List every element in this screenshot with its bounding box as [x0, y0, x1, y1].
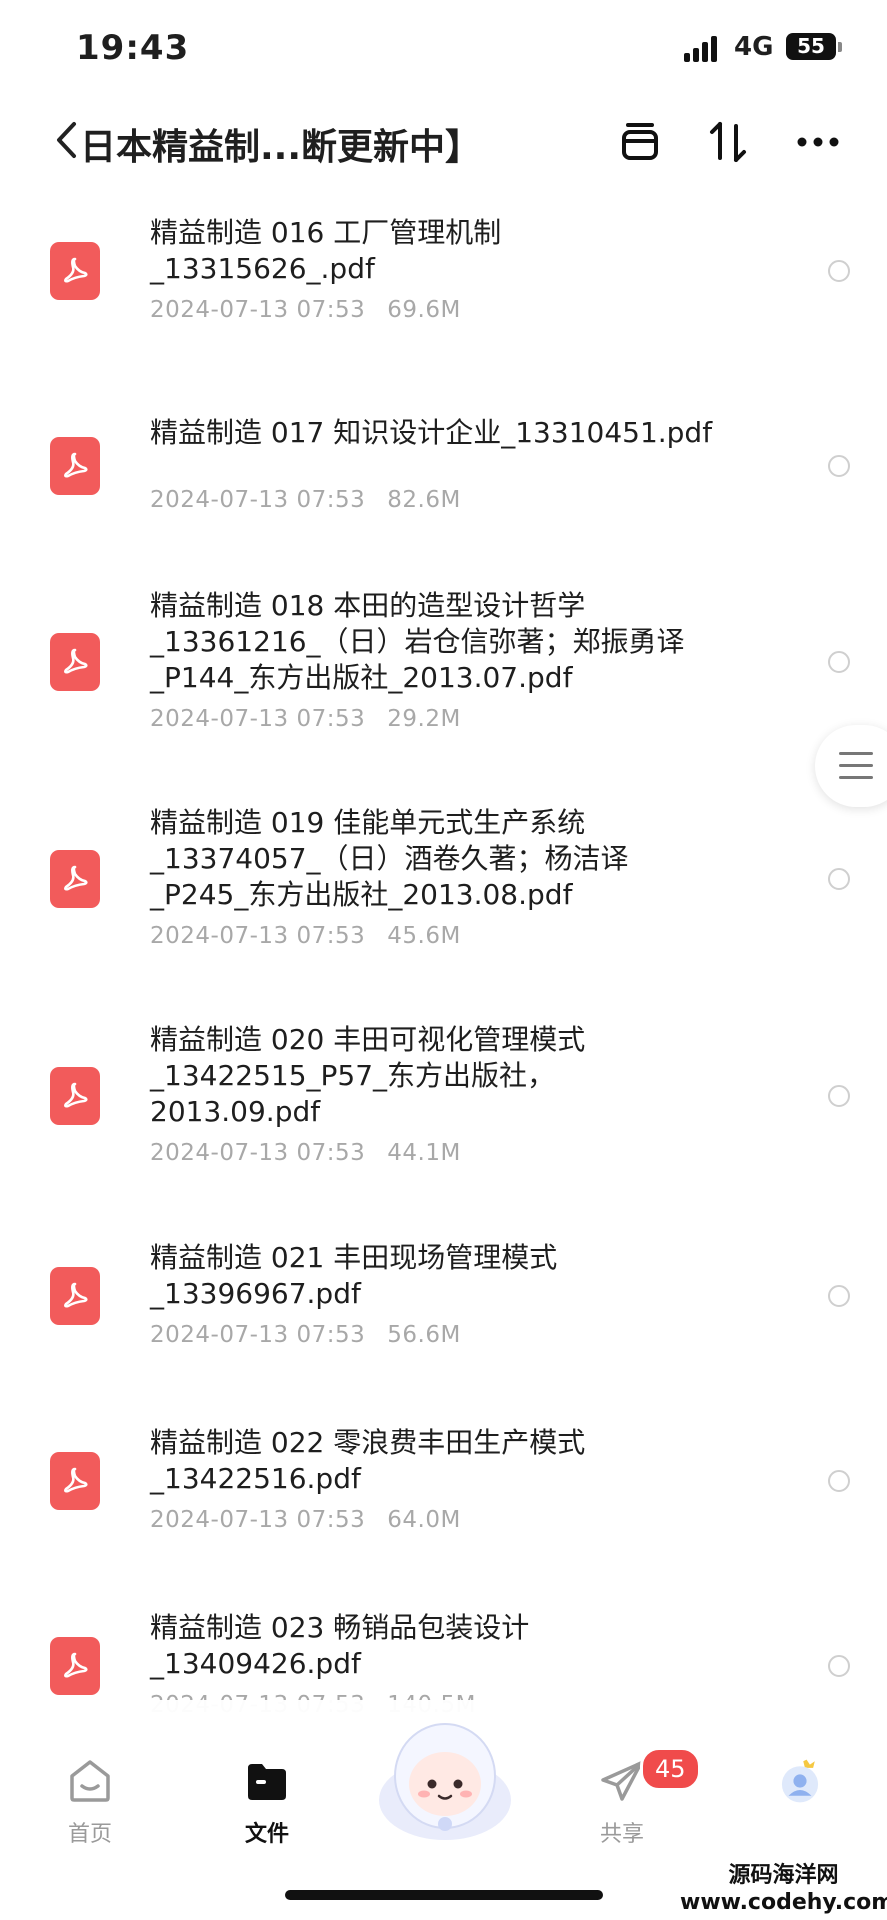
- pdf-icon: [50, 1637, 100, 1695]
- select-radio[interactable]: [828, 1655, 850, 1677]
- tab-home-label: 首页: [67, 1822, 112, 1847]
- back-button[interactable]: [52, 116, 80, 164]
- avatar-icon: [777, 1758, 823, 1804]
- select-radio[interactable]: [828, 868, 850, 890]
- select-radio[interactable]: [828, 1085, 850, 1107]
- page-title[interactable]: 日本精益制...断更新中】: [80, 118, 481, 170]
- network-type: 4G: [734, 32, 774, 62]
- file-size: 69.6M: [387, 297, 461, 323]
- multi-select-button[interactable]: [612, 114, 668, 170]
- file-date: 2024-07-13 07:53: [150, 923, 366, 949]
- assistant-mascot-button[interactable]: [370, 1712, 520, 1842]
- more-icon: [797, 137, 839, 147]
- select-radio[interactable]: [828, 1285, 850, 1307]
- file-name: 精益制造 019 佳能单元式生产系统 _13374057_（日）酒卷久著；杨洁译 _…: [150, 806, 629, 911]
- pdf-icon: [50, 633, 100, 691]
- sort-button[interactable]: [700, 114, 756, 170]
- file-meta: 2024-07-13 07:53 69.6M: [150, 297, 461, 323]
- tab-home[interactable]: 首页: [30, 1758, 150, 1848]
- share-badge: 45: [640, 1747, 701, 1791]
- select-radio[interactable]: [828, 260, 850, 282]
- chevron-left-icon: [57, 122, 76, 158]
- battery-cap: [838, 42, 842, 52]
- file-meta: 2024-07-13 07:53 29.2M: [150, 706, 461, 732]
- more-button[interactable]: [790, 114, 846, 170]
- file-size: 45.6M: [387, 923, 461, 949]
- file-meta: 2024-07-13 07:53 44.1M: [150, 1140, 461, 1166]
- home-indicator: [285, 1890, 603, 1900]
- pdf-icon: [50, 1267, 100, 1325]
- select-radio[interactable]: [828, 651, 850, 673]
- pdf-icon: [50, 1067, 100, 1125]
- watermark-line1: 源码海洋网: [728, 1863, 839, 1888]
- file-date: 2024-07-13 07:53: [150, 487, 366, 513]
- file-name: 精益制造 018 本田的造型设计哲学 _13361216_（日）岩仓信弥著；郑振勇…: [150, 589, 685, 694]
- pdf-icon: [50, 437, 100, 495]
- home-icon: [67, 1758, 113, 1804]
- select-radio[interactable]: [828, 455, 850, 477]
- file-size: 82.6M: [387, 487, 461, 513]
- status-bar: 19:43 4G 55: [0, 0, 887, 100]
- pdf-icon: [50, 850, 100, 908]
- file-meta: 2024-07-13 07:53 56.6M: [150, 1322, 461, 1348]
- cellular-signal-icon: [684, 36, 722, 62]
- file-name: 精益制造 016 工厂管理机制 _13315626_.pdf: [150, 216, 502, 285]
- watermark-line2: www.codehy.com: [680, 1890, 887, 1915]
- status-time: 19:43: [76, 28, 190, 68]
- tab-files-label: 文件: [244, 1822, 289, 1847]
- file-meta: 2024-07-13 07:53 45.6M: [150, 923, 461, 949]
- select-radio[interactable]: [828, 1470, 850, 1492]
- file-meta: 2024-07-13 07:53 82.6M: [150, 487, 461, 513]
- file-name: 精益制造 017 知识设计企业_13310451.pdf: [150, 416, 713, 449]
- folder-icon: [244, 1758, 290, 1804]
- battery-icon: 55: [786, 33, 836, 60]
- file-date: 2024-07-13 07:53: [150, 706, 366, 732]
- file-date: 2024-07-13 07:53: [150, 297, 366, 323]
- battery-level: 55: [797, 34, 825, 58]
- file-size: 64.0M: [387, 1507, 461, 1533]
- file-date: 2024-07-13 07:53: [150, 1322, 366, 1348]
- pdf-icon: [50, 242, 100, 300]
- multi-select-icon: [622, 123, 658, 160]
- paper-plane-icon: [599, 1758, 645, 1804]
- file-date: 2024-07-13 07:53: [150, 1507, 366, 1533]
- sort-icon: [710, 122, 746, 162]
- file-name: 精益制造 022 零浪费丰田生产模式 _13422516.pdf: [150, 1426, 586, 1495]
- nav-bar: 日本精益制...断更新中】: [0, 100, 887, 190]
- file-size: 44.1M: [387, 1140, 461, 1166]
- tab-files[interactable]: 文件: [207, 1758, 327, 1848]
- file-date: 2024-07-13 07:53: [150, 1140, 366, 1166]
- file-size: 29.2M: [387, 706, 461, 732]
- file-name: 精益制造 021 丰田现场管理模式 _13396967.pdf: [150, 1241, 558, 1310]
- tab-share-label: 共享: [599, 1822, 644, 1847]
- file-meta: 2024-07-13 07:53 64.0M: [150, 1507, 461, 1533]
- robot-mascot-icon: [379, 1723, 511, 1840]
- side-menu-handle[interactable]: [815, 725, 887, 807]
- file-name: 精益制造 023 畅销品包装设计 _13409426.pdf: [150, 1611, 530, 1680]
- tab-profile[interactable]: [740, 1758, 860, 1804]
- file-size: 56.6M: [387, 1322, 461, 1348]
- watermark: 源码海洋网 www.codehy.com: [680, 1862, 887, 1920]
- pdf-icon: [50, 1452, 100, 1510]
- file-name: 精益制造 020 丰田可视化管理模式 _13422515_P57_东方出版社， 20…: [150, 1023, 586, 1128]
